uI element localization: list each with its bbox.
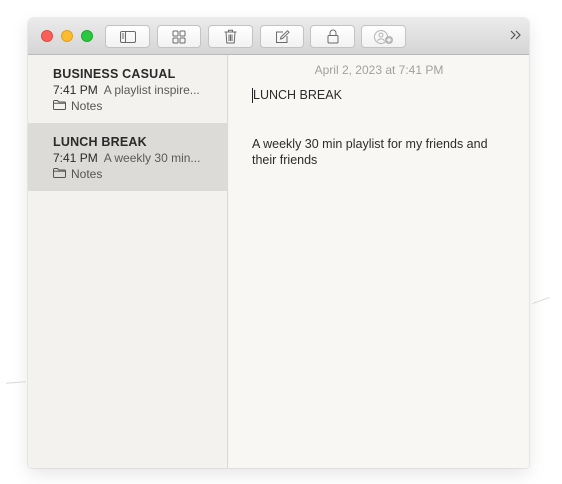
note-time: 7:41 PM [53, 151, 98, 165]
notes-list: BUSINESS CASUAL 7:41 PM A playlist inspir… [28, 55, 228, 468]
folder-label: Notes [71, 99, 103, 113]
note-preview: 7:41 PM A weekly 30 min... [53, 150, 213, 166]
note-date: April 2, 2023 at 7:41 PM [314, 63, 444, 77]
note-editor[interactable]: April 2, 2023 at 7:41 PM LUNCH BREAK A w… [229, 55, 529, 468]
folder-icon [53, 166, 71, 182]
close-window-button[interactable] [41, 30, 53, 42]
note-body[interactable]: A weekly 30 min playlist for my friends … [252, 136, 512, 168]
toolbar-overflow-button[interactable] [507, 27, 525, 45]
note-heading[interactable]: LUNCH BREAK [252, 88, 342, 103]
note-title: BUSINESS CASUAL [53, 67, 176, 81]
delete-button[interactable] [208, 25, 253, 48]
decorative-scratch [532, 296, 550, 305]
folder-icon [53, 98, 71, 114]
trash-icon [224, 29, 237, 44]
lock-button[interactable] [310, 25, 355, 48]
grid-icon [172, 30, 186, 44]
chevron-double-right-icon [510, 27, 522, 45]
notes-window: BUSINESS CASUAL 7:41 PM A playlist inspir… [28, 18, 529, 468]
add-people-icon [373, 29, 395, 45]
sidebar-icon [119, 30, 136, 43]
compose-icon [275, 29, 290, 44]
note-snippet: A playlist inspire... [103, 83, 200, 97]
note-folder: Notes [53, 166, 228, 182]
minimize-window-button[interactable] [61, 30, 73, 42]
note-list-item-selected[interactable]: LUNCH BREAK 7:41 PM A weekly 30 min... No… [28, 123, 228, 191]
note-folder: Notes [53, 98, 228, 114]
zoom-window-button[interactable] [81, 30, 93, 42]
title-bar [28, 18, 529, 55]
lock-icon [327, 29, 339, 44]
note-preview: 7:41 PM A playlist inspire... [53, 82, 213, 98]
note-title: LUNCH BREAK [53, 135, 147, 149]
note-time: 7:41 PM [53, 83, 98, 97]
gallery-view-button[interactable] [157, 25, 201, 48]
decorative-scratch [5, 381, 27, 384]
note-list-item[interactable]: BUSINESS CASUAL 7:41 PM A playlist inspir… [28, 55, 228, 123]
note-snippet: A weekly 30 min... [103, 151, 201, 165]
folder-label: Notes [71, 167, 103, 181]
sidebar-toggle-button[interactable] [105, 25, 150, 48]
add-people-button[interactable] [361, 25, 406, 48]
compose-button[interactable] [260, 25, 304, 48]
